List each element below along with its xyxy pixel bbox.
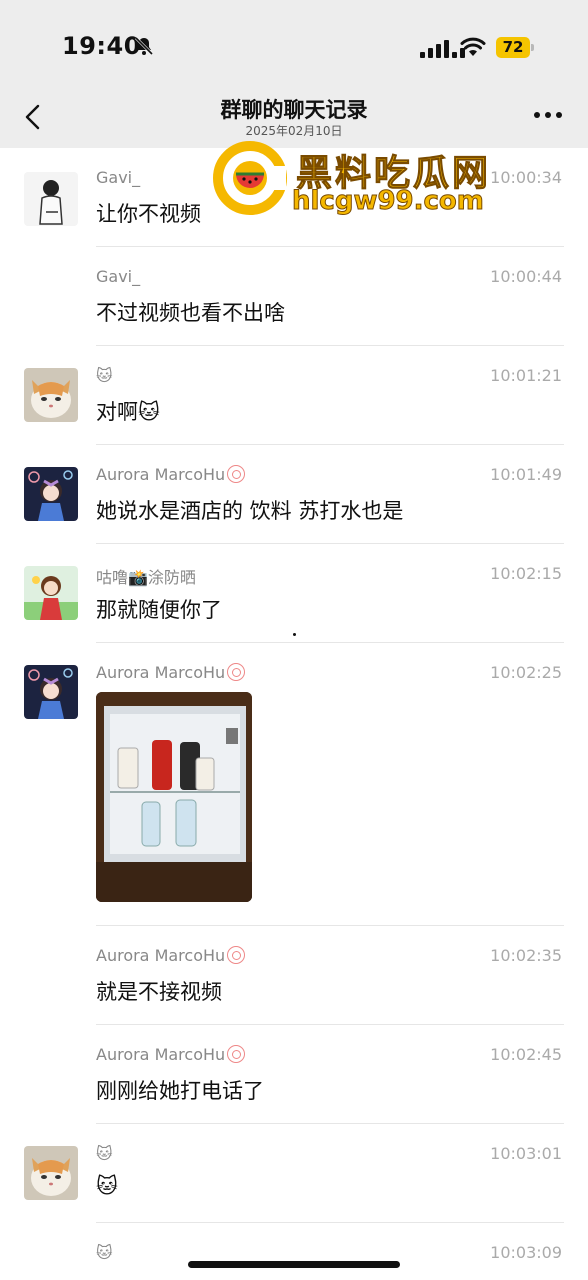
divider	[96, 642, 564, 643]
sender-name: Aurora MarcoHu	[96, 465, 246, 484]
message-time: 10:03:01	[490, 1144, 562, 1163]
watermark: 黑料吃瓜网 hlcgw99.com	[212, 140, 502, 220]
status-bar: 19:40 72	[0, 0, 588, 92]
sender-name-text: Aurora MarcoHu	[96, 663, 226, 682]
divider	[96, 543, 564, 544]
sender-name: Aurora MarcoHu	[96, 946, 246, 965]
divider	[96, 1123, 564, 1124]
battery-indicator: 72	[496, 37, 534, 58]
page-date: 2025年02月10日	[245, 124, 343, 138]
sender-name: 🐱	[96, 366, 113, 385]
badge-icon	[227, 663, 246, 681]
sender-name: 🐱	[96, 1144, 113, 1163]
message-text: 就是不接视频	[96, 980, 222, 1004]
sender-name: Aurora MarcoHu	[96, 1045, 246, 1064]
avatar[interactable]	[24, 665, 78, 719]
message-time: 10:02:35	[490, 946, 562, 965]
avatar[interactable]	[24, 172, 78, 226]
home-indicator[interactable]	[188, 1261, 400, 1268]
watermark-text-en: hlcgw99.com	[292, 186, 485, 217]
battery-level: 72	[502, 38, 524, 56]
divider	[96, 1024, 564, 1025]
message-text: 不过视频也看不出啥	[96, 301, 285, 325]
dot	[293, 633, 296, 636]
sender-name: Gavi_	[96, 168, 141, 187]
divider	[96, 1222, 564, 1223]
message-text: 🐱	[96, 1174, 118, 1198]
badge-icon	[227, 465, 246, 483]
sender-name: Aurora MarcoHu	[96, 663, 246, 682]
fridge-photo[interactable]	[96, 692, 252, 902]
message-text: 那就随便你了	[96, 598, 222, 622]
message-time: 10:02:45	[490, 1045, 562, 1064]
sender-name: 🐱	[96, 1243, 113, 1262]
message-text: 她说水是酒店的 饮料 苏打水也是	[96, 499, 404, 523]
message-time: 10:01:21	[490, 366, 562, 385]
bell-slash-icon	[134, 36, 154, 56]
avatar[interactable]	[24, 566, 78, 620]
divider	[96, 925, 564, 926]
message-time: 10:03:09	[490, 1243, 562, 1262]
badge-icon	[227, 1045, 246, 1063]
avatar[interactable]	[24, 467, 78, 521]
message-time: 10:01:49	[490, 465, 562, 484]
message-time: 10:02:25	[490, 663, 562, 682]
message-text: 刚刚给她打电话了	[96, 1079, 264, 1103]
sender-name-text: Aurora MarcoHu	[96, 465, 226, 484]
sender-name: Gavi_	[96, 267, 141, 286]
message-text: 对啊🐱	[96, 400, 160, 424]
badge-icon	[227, 946, 246, 964]
status-time: 19:40	[62, 32, 141, 60]
message-text: 让你不视频	[96, 202, 201, 226]
message-time: 10:02:15	[490, 564, 562, 583]
divider	[96, 444, 564, 445]
sender-name-text: Aurora MarcoHu	[96, 946, 226, 965]
watermelon-logo-icon	[213, 141, 287, 215]
sender-name: 咕噜📸涂防晒	[96, 568, 196, 587]
sender-name-text: Aurora MarcoHu	[96, 1045, 226, 1064]
avatar[interactable]	[24, 368, 78, 422]
avatar[interactable]	[24, 1146, 78, 1200]
wifi-icon	[460, 37, 486, 56]
divider	[96, 345, 564, 346]
page-title: 群聊的聊天记录	[220, 98, 368, 122]
more-dots-icon[interactable]	[534, 112, 562, 118]
message-time: 10:00:44	[490, 267, 562, 286]
divider	[96, 246, 564, 247]
cellular-signal-icon	[420, 38, 465, 58]
